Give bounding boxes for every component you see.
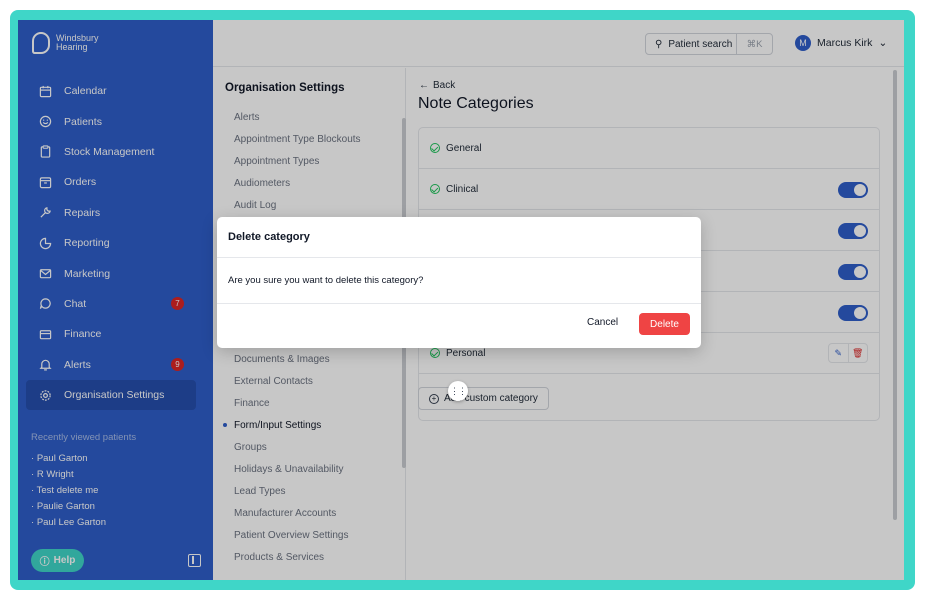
app-window: Windsbury Hearing Calendar Patients Stoc… [18, 20, 904, 580]
divider [217, 257, 701, 258]
drag-handle-icon[interactable]: ⋮⋮ [448, 381, 468, 401]
dialog-message: Are you sure you want to delete this cat… [228, 275, 424, 286]
divider [217, 303, 701, 304]
cancel-button[interactable]: Cancel [587, 317, 618, 328]
delete-button[interactable]: Delete [639, 313, 690, 335]
dialog-title: Delete category [228, 231, 310, 243]
delete-category-dialog: Delete category Are you sure you want to… [217, 217, 701, 348]
